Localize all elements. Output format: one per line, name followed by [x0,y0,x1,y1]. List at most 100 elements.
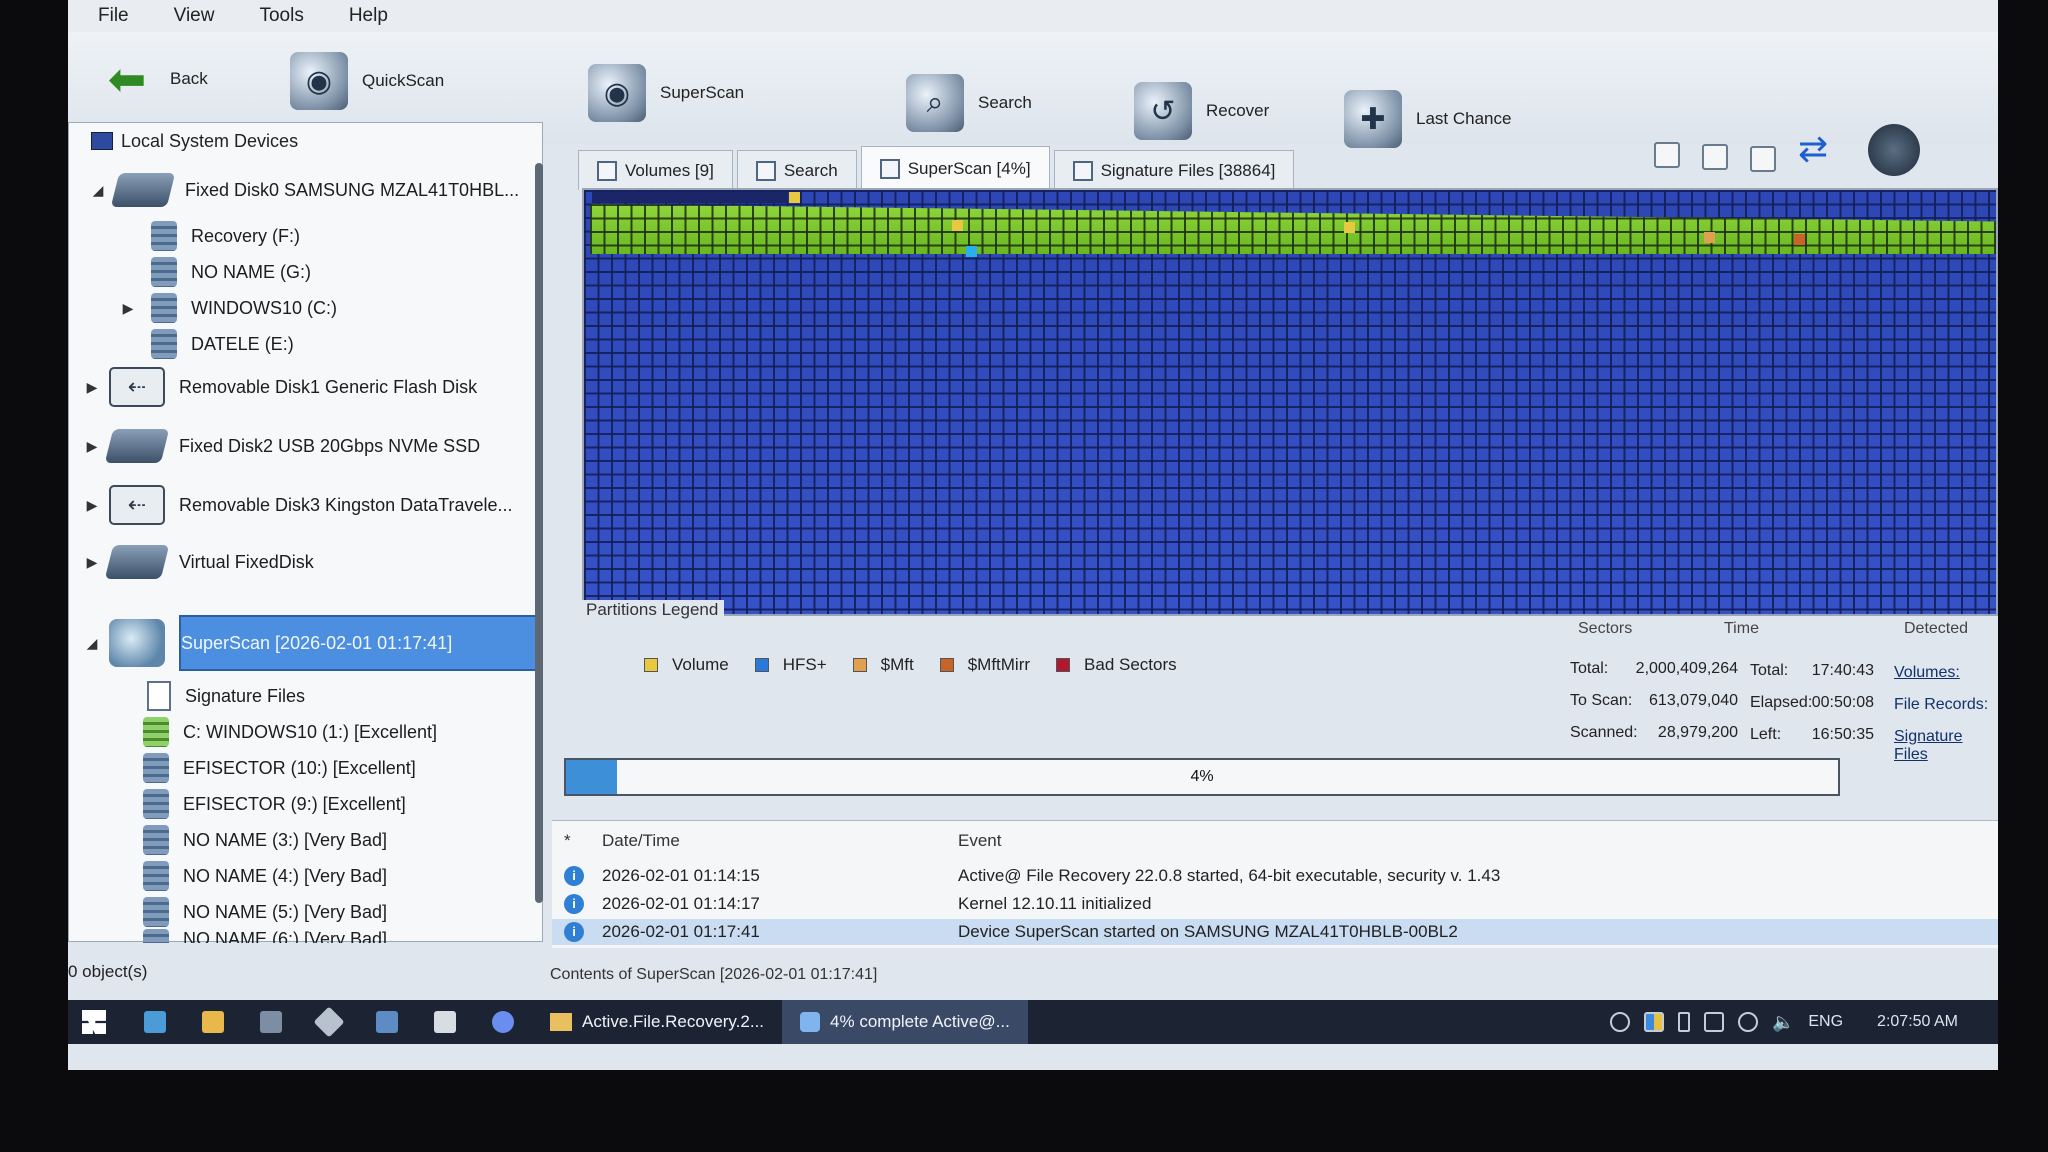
tree-item-recovered-3[interactable]: EFISECTOR (9:) [Excellent] [143,789,406,819]
log-row[interactable]: i 2026-02-01 01:14:15 Active@ File Recov… [552,863,1998,889]
tree-item-label: Fixed Disk2 USB 20Gbps NVMe SSD [179,435,481,456]
tree-item-label: Signature Files [185,685,306,706]
tree-item-recovered-6[interactable]: NO NAME (5:) [Very Bad] [143,897,387,927]
volume-marker [1344,222,1355,233]
search-disk-icon: ⌕ [906,74,964,132]
wifi-globe-icon[interactable] [1737,1012,1758,1032]
tree-item-datele[interactable]: DATELE (E:) [151,329,294,359]
expand-icon[interactable]: ▶ [81,438,103,455]
detected-signature-files-link[interactable]: Signature Files [1894,728,1998,764]
volume-icon [143,789,169,819]
time-total-value: 17:40:43 [1811,662,1874,679]
volume-icon [143,753,169,783]
tree-item-label: SuperScan [2026-02-01 01:17:41] [181,632,453,653]
log-date-header[interactable]: Date/Time [602,831,680,851]
volume-marker [789,192,800,203]
tab-volumes[interactable]: Volumes [9] [578,150,733,190]
last-chance-button[interactable]: ✚ Last Chance [1344,90,1511,148]
file-explorer-icon[interactable] [202,1011,224,1033]
log-date: 2026-02-01 01:14:15 [602,866,760,885]
tree-scrollbar[interactable] [535,163,543,903]
expand-icon[interactable]: ▶ [81,554,103,571]
network-globe-icon[interactable] [1609,1012,1630,1032]
menu-view[interactable]: View [174,5,215,27]
help-info-icon[interactable] [1868,124,1920,176]
menu-tools[interactable]: Tools [259,5,303,27]
browser-icon[interactable] [492,1011,514,1033]
app-tray-icon[interactable] [1643,1012,1664,1032]
back-arrow-icon: ⬅ [107,53,147,105]
load-scan-icon[interactable] [1702,144,1728,170]
detected-volumes-link[interactable]: Volumes: [1894,664,1960,682]
tree-item-disk3[interactable]: ▶ ⇠ Removable Disk3 Kingston DataTravele… [81,485,512,525]
search-icon [755,160,776,181]
tab-signature-files[interactable]: Signature Files [38864] [1053,150,1295,190]
tree-item-disk1[interactable]: ▶ ⇠ Removable Disk1 Generic Flash Disk [81,367,477,407]
tree-item-recovered-4[interactable]: NO NAME (3:) [Very Bad] [143,825,387,855]
menu-file[interactable]: File [98,5,129,27]
collapse-icon[interactable]: ◢ [87,182,109,199]
search-button[interactable]: ⌕ Search [906,74,1032,132]
quickscan-button[interactable]: ◉ QuickScan [290,52,444,110]
log-row-selected[interactable]: i 2026-02-01 01:17:41 Device SuperScan s… [552,919,1998,945]
camera-app-icon[interactable] [144,1011,166,1033]
tree-item-virtual[interactable]: ▶ Virtual FixedDisk [81,545,314,579]
scan-progress-bar: 4% [564,758,1840,796]
volume-speaker-icon[interactable]: 🔈 [1772,1012,1794,1033]
log-event: Active@ File Recovery 22.0.8 started, 64… [958,866,1501,885]
tree-item-recovery[interactable]: Recovery (F:) [151,221,300,251]
tree-item-recovered-1[interactable]: C: WINDOWS10 (1:) [Excellent] [143,717,437,747]
superscan-icon [879,158,900,179]
language-indicator[interactable]: ENG [1808,1013,1843,1031]
tree-item-label: WINDOWS10 (C:) [191,297,337,318]
save-scan-icon[interactable] [1654,142,1680,168]
tool-app-icon[interactable] [313,1006,345,1038]
log-event-header[interactable]: Event [958,831,1001,851]
battery-icon[interactable] [1703,1012,1724,1032]
tree-item-label: NO NAME (4:) [Very Bad] [183,865,388,886]
tab-label: Search [783,160,838,180]
computer-icon [91,132,113,150]
collapse-icon[interactable]: ◢ [81,635,103,652]
expand-icon[interactable]: ▶ [117,300,139,317]
tree-item-noname-g[interactable]: NO NAME (G:) [151,257,311,287]
back-button[interactable]: ⬅ Back [98,50,208,108]
windows-start-icon[interactable] [82,1010,106,1034]
expand-icon[interactable]: ▶ [81,497,103,514]
taskbar-app-explorer[interactable]: Active.File.Recovery.2... [532,1000,782,1044]
taskbar-app-label: 4% complete Active@... [830,1012,1010,1031]
expand-icon[interactable]: ▶ [81,379,103,396]
legend-bad-sectors: Bad Sectors [1056,655,1177,675]
sync-arrows-icon[interactable]: ⇄ [1798,128,1828,170]
status-object-count: 0 object(s) [68,962,148,981]
report-icon[interactable] [1750,146,1776,172]
tab-superscan[interactable]: SuperScan [4%] [860,146,1050,190]
event-log: * Date/Time Event i 2026-02-01 01:14:15 … [552,820,1998,948]
detected-file-records-link[interactable]: File Records: [1894,696,1988,714]
disk-tool-icon[interactable] [376,1011,398,1033]
quickscan-label: QuickScan [362,71,445,90]
recover-button[interactable]: ↺ Recover [1134,82,1269,140]
tree-item-signature-files[interactable]: Signature Files [147,681,305,711]
tree-item-recovered-7[interactable]: NO NAME (6:) [Very Bad] [143,929,387,943]
tree-item-disk2[interactable]: ▶ Fixed Disk2 USB 20Gbps NVMe SSD [81,429,480,463]
notepad-icon[interactable] [260,1011,282,1033]
taskbar-app-recovery[interactable]: 4% complete Active@... [782,1000,1028,1044]
log-row[interactable]: i 2026-02-01 01:14:17 Kernel 12.10.11 in… [552,891,1998,917]
sector-map[interactable] [582,188,1998,616]
superscan-button[interactable]: ◉ SuperScan [588,64,744,122]
tree-item-disk0[interactable]: ◢ Fixed Disk0 SAMSUNG MZAL41T0HBL... [87,173,519,207]
tab-search[interactable]: Search [736,150,857,190]
tree-item-recovered-2[interactable]: EFISECTOR (10:) [Excellent] [143,753,416,783]
volume-icon [143,861,169,891]
volume-icon [143,897,169,927]
folder-icon [550,1013,572,1031]
menu-help[interactable]: Help [349,5,388,27]
back-label: Back [170,69,208,88]
tree-item-windows10[interactable]: ▶ WINDOWS10 (C:) [117,293,337,323]
usb-device-icon[interactable] [1677,1012,1690,1032]
clock[interactable]: 2:07:50 AM [1877,1013,1958,1031]
terminal-icon[interactable] [434,1011,456,1033]
tree-item-superscan[interactable]: ◢ SuperScan [2026-02-01 01:17:41] [81,619,452,667]
tree-item-recovered-5[interactable]: NO NAME (4:) [Very Bad] [143,861,387,891]
